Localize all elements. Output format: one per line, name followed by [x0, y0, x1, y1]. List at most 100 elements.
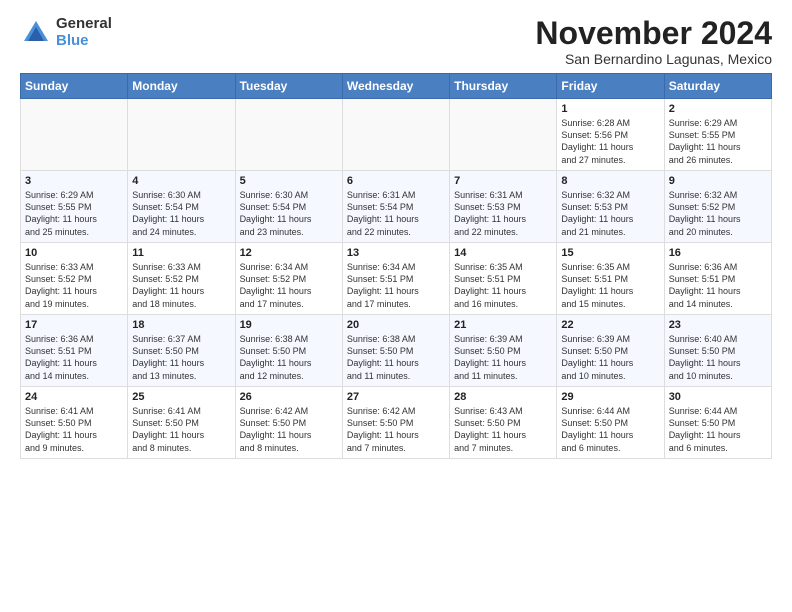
header-wednesday: Wednesday: [342, 74, 449, 99]
calendar-cell: 26 Sunrise: 6:42 AM Sunset: 5:50 PM Dayli…: [235, 387, 342, 459]
calendar-body: 1Sunrise: 6:28 AM Sunset: 5:56 PM Daylig…: [21, 99, 772, 459]
header-row: General Blue November 2024 San Bernardin…: [20, 16, 772, 67]
title-section: November 2024 San Bernardino Lagunas, Me…: [535, 16, 772, 67]
day-number: 21: [454, 319, 552, 331]
day-number: 6: [347, 175, 445, 187]
calendar-week-1: 3 Sunrise: 6:29 AM Sunset: 5:55 PM Daylig…: [21, 171, 772, 243]
calendar-cell: 11 Sunrise: 6:33 AM Sunset: 5:52 PM Dayli…: [128, 243, 235, 315]
day-number: 20: [347, 319, 445, 331]
day-info: Sunrise: 6:34 AM Sunset: 5:52 PM Dayligh…: [240, 261, 338, 310]
day-number: 5: [240, 175, 338, 187]
day-number: 10: [25, 247, 123, 259]
day-number: 2: [669, 103, 767, 115]
day-number: 23: [669, 319, 767, 331]
day-number: 14: [454, 247, 552, 259]
calendar-cell: 17Sunrise: 6:36 AM Sunset: 5:51 PM Dayli…: [21, 315, 128, 387]
location-subtitle: San Bernardino Lagunas, Mexico: [535, 51, 772, 67]
header-sunday: Sunday: [21, 74, 128, 99]
day-number: 12: [240, 247, 338, 259]
day-info: Sunrise: 6:30 AM Sunset: 5:54 PM Dayligh…: [132, 189, 230, 238]
day-info: Sunrise: 6:43 AM Sunset: 5:50 PM Dayligh…: [454, 405, 552, 454]
day-info: Sunrise: 6:34 AM Sunset: 5:51 PM Dayligh…: [347, 261, 445, 310]
day-number: 9: [669, 175, 767, 187]
day-info: Sunrise: 6:33 AM Sunset: 5:52 PM Dayligh…: [132, 261, 230, 310]
day-info: Sunrise: 6:36 AM Sunset: 5:51 PM Dayligh…: [669, 261, 767, 310]
header-saturday: Saturday: [664, 74, 771, 99]
day-number: 15: [561, 247, 659, 259]
day-info: Sunrise: 6:35 AM Sunset: 5:51 PM Dayligh…: [454, 261, 552, 310]
day-info: Sunrise: 6:28 AM Sunset: 5:56 PM Dayligh…: [561, 117, 659, 166]
calendar-cell: 8 Sunrise: 6:32 AM Sunset: 5:53 PM Daylig…: [557, 171, 664, 243]
logo-general-text: General: [56, 16, 112, 33]
day-info: Sunrise: 6:40 AM Sunset: 5:50 PM Dayligh…: [669, 333, 767, 382]
calendar-cell: 4 Sunrise: 6:30 AM Sunset: 5:54 PM Daylig…: [128, 171, 235, 243]
calendar-cell: 28Sunrise: 6:43 AM Sunset: 5:50 PM Dayli…: [450, 387, 557, 459]
calendar-table: Sunday Monday Tuesday Wednesday Thursday…: [20, 73, 772, 459]
calendar-cell: 21 Sunrise: 6:39 AM Sunset: 5:50 PM Dayli…: [450, 315, 557, 387]
day-info: Sunrise: 6:44 AM Sunset: 5:50 PM Dayligh…: [561, 405, 659, 454]
day-info: Sunrise: 6:37 AM Sunset: 5:50 PM Dayligh…: [132, 333, 230, 382]
calendar-cell: 19Sunrise: 6:38 AM Sunset: 5:50 PM Dayli…: [235, 315, 342, 387]
logo: General Blue: [20, 16, 112, 49]
calendar-cell: 29 Sunrise: 6:44 AM Sunset: 5:50 PM Dayli…: [557, 387, 664, 459]
calendar-cell: 30Sunrise: 6:44 AM Sunset: 5:50 PM Dayli…: [664, 387, 771, 459]
calendar-page: General Blue November 2024 San Bernardin…: [0, 0, 792, 469]
calendar-cell: 7 Sunrise: 6:31 AM Sunset: 5:53 PM Daylig…: [450, 171, 557, 243]
calendar-cell: 10Sunrise: 6:33 AM Sunset: 5:52 PM Dayli…: [21, 243, 128, 315]
day-number: 7: [454, 175, 552, 187]
logo-text: General Blue: [56, 16, 112, 49]
day-info: Sunrise: 6:32 AM Sunset: 5:53 PM Dayligh…: [561, 189, 659, 238]
day-info: Sunrise: 6:39 AM Sunset: 5:50 PM Dayligh…: [454, 333, 552, 382]
day-number: 30: [669, 391, 767, 403]
day-info: Sunrise: 6:38 AM Sunset: 5:50 PM Dayligh…: [240, 333, 338, 382]
calendar-cell: 24 Sunrise: 6:41 AM Sunset: 5:50 PM Dayli…: [21, 387, 128, 459]
calendar-cell: 23 Sunrise: 6:40 AM Sunset: 5:50 PM Dayli…: [664, 315, 771, 387]
day-number: 26: [240, 391, 338, 403]
calendar-week-0: 1Sunrise: 6:28 AM Sunset: 5:56 PM Daylig…: [21, 99, 772, 171]
calendar-cell: 3 Sunrise: 6:29 AM Sunset: 5:55 PM Daylig…: [21, 171, 128, 243]
calendar-cell: [128, 99, 235, 171]
day-info: Sunrise: 6:38 AM Sunset: 5:50 PM Dayligh…: [347, 333, 445, 382]
day-number: 11: [132, 247, 230, 259]
day-number: 29: [561, 391, 659, 403]
calendar-cell: 14 Sunrise: 6:35 AM Sunset: 5:51 PM Dayli…: [450, 243, 557, 315]
calendar-cell: 12 Sunrise: 6:34 AM Sunset: 5:52 PM Dayli…: [235, 243, 342, 315]
logo-icon: [20, 17, 52, 49]
calendar-cell: 20 Sunrise: 6:38 AM Sunset: 5:50 PM Dayli…: [342, 315, 449, 387]
day-info: Sunrise: 6:39 AM Sunset: 5:50 PM Dayligh…: [561, 333, 659, 382]
day-number: 4: [132, 175, 230, 187]
day-number: 17: [25, 319, 123, 331]
calendar-cell: [450, 99, 557, 171]
calendar-cell: 2Sunrise: 6:29 AM Sunset: 5:55 PM Daylig…: [664, 99, 771, 171]
calendar-week-3: 17Sunrise: 6:36 AM Sunset: 5:51 PM Dayli…: [21, 315, 772, 387]
day-number: 27: [347, 391, 445, 403]
month-title: November 2024: [535, 16, 772, 51]
day-number: 3: [25, 175, 123, 187]
calendar-cell: 9Sunrise: 6:32 AM Sunset: 5:52 PM Daylig…: [664, 171, 771, 243]
calendar-cell: 5Sunrise: 6:30 AM Sunset: 5:54 PM Daylig…: [235, 171, 342, 243]
day-number: 25: [132, 391, 230, 403]
day-number: 24: [25, 391, 123, 403]
calendar-cell: [21, 99, 128, 171]
day-info: Sunrise: 6:42 AM Sunset: 5:50 PM Dayligh…: [240, 405, 338, 454]
calendar-cell: 15 Sunrise: 6:35 AM Sunset: 5:51 PM Dayli…: [557, 243, 664, 315]
day-info: Sunrise: 6:41 AM Sunset: 5:50 PM Dayligh…: [25, 405, 123, 454]
day-info: Sunrise: 6:41 AM Sunset: 5:50 PM Dayligh…: [132, 405, 230, 454]
calendar-week-4: 24 Sunrise: 6:41 AM Sunset: 5:50 PM Dayli…: [21, 387, 772, 459]
logo-blue-text: Blue: [56, 33, 112, 50]
day-number: 16: [669, 247, 767, 259]
calendar-cell: 18 Sunrise: 6:37 AM Sunset: 5:50 PM Dayli…: [128, 315, 235, 387]
calendar-cell: 16 Sunrise: 6:36 AM Sunset: 5:51 PM Dayli…: [664, 243, 771, 315]
day-number: 18: [132, 319, 230, 331]
header-monday: Monday: [128, 74, 235, 99]
day-info: Sunrise: 6:29 AM Sunset: 5:55 PM Dayligh…: [25, 189, 123, 238]
calendar-cell: 25 Sunrise: 6:41 AM Sunset: 5:50 PM Dayli…: [128, 387, 235, 459]
day-info: Sunrise: 6:31 AM Sunset: 5:53 PM Dayligh…: [454, 189, 552, 238]
day-number: 8: [561, 175, 659, 187]
calendar-header: Sunday Monday Tuesday Wednesday Thursday…: [21, 74, 772, 99]
header-row-days: Sunday Monday Tuesday Wednesday Thursday…: [21, 74, 772, 99]
calendar-cell: 13Sunrise: 6:34 AM Sunset: 5:51 PM Dayli…: [342, 243, 449, 315]
day-info: Sunrise: 6:35 AM Sunset: 5:51 PM Dayligh…: [561, 261, 659, 310]
day-number: 22: [561, 319, 659, 331]
header-friday: Friday: [557, 74, 664, 99]
